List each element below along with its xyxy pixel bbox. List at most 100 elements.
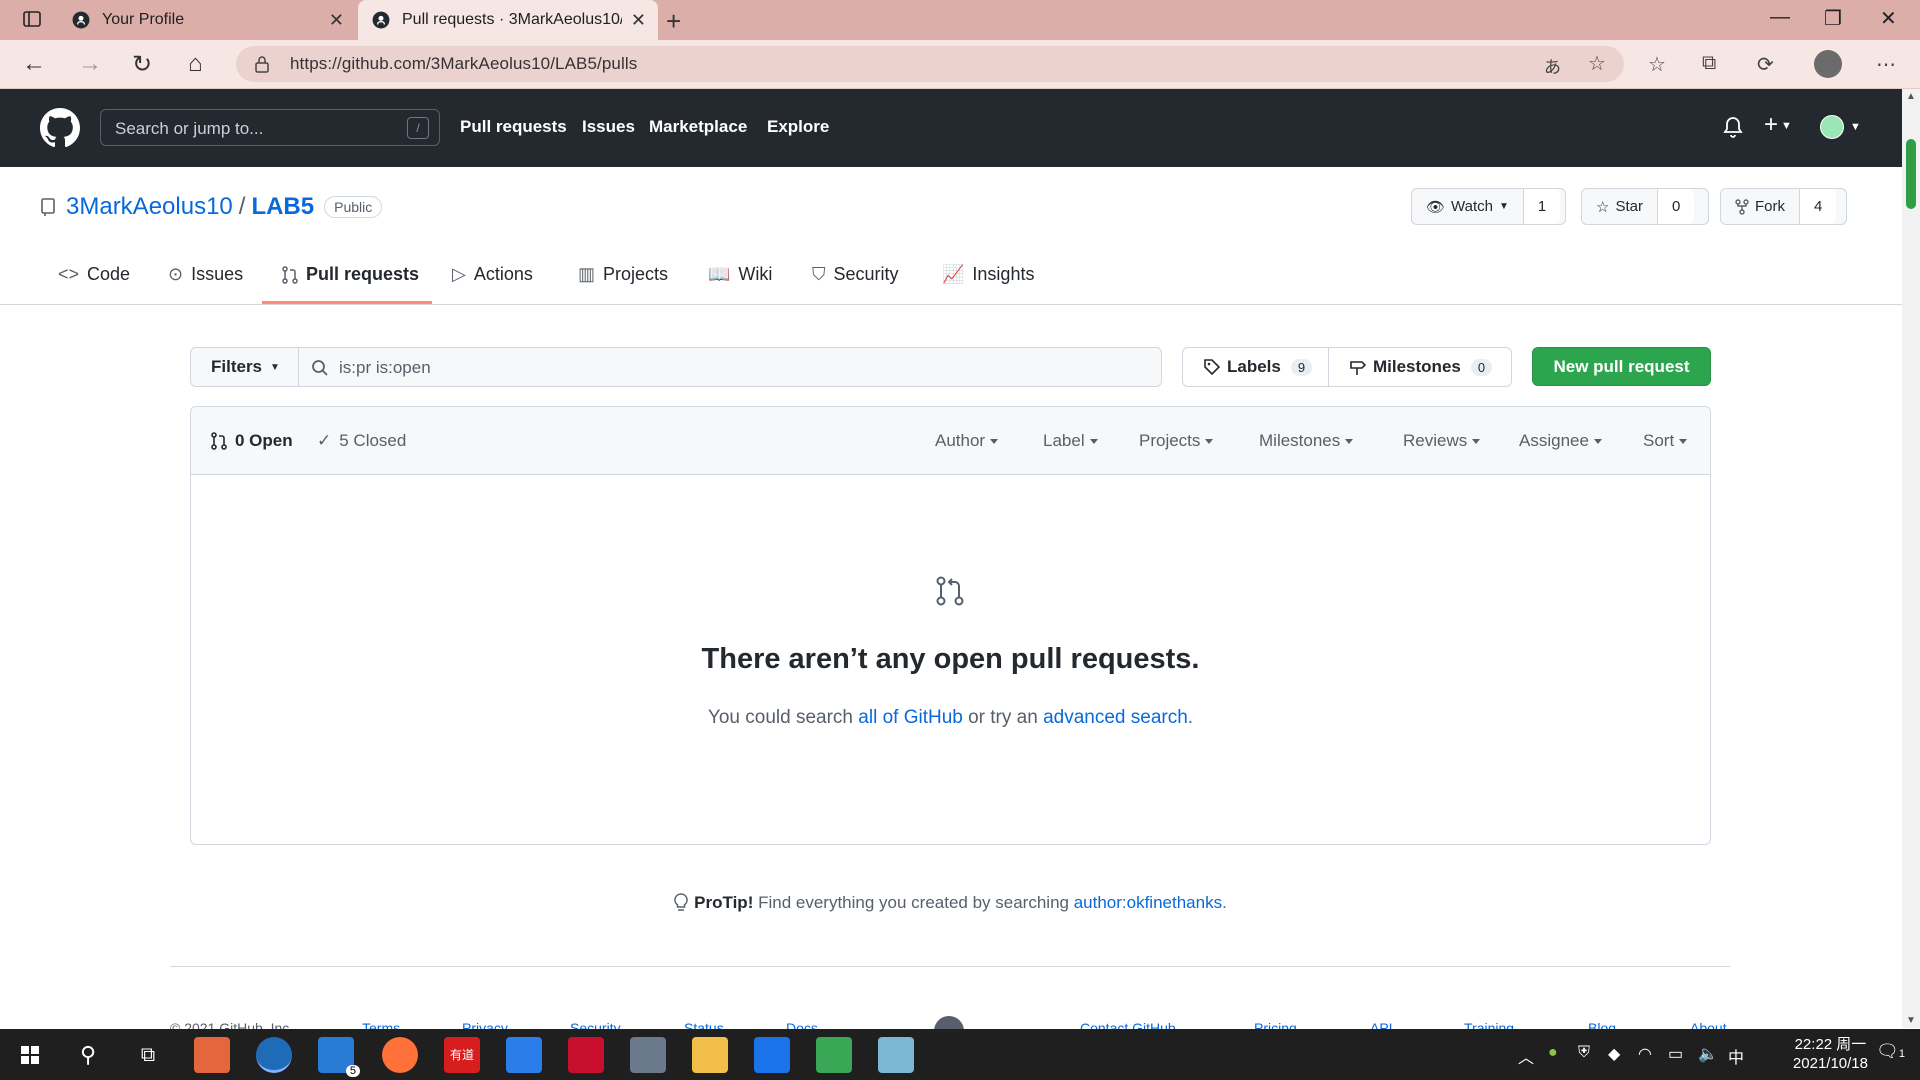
label-dropdown[interactable]: Label — [1043, 431, 1098, 451]
security-shield-icon[interactable]: ⛨ — [1578, 1044, 1590, 1062]
store-icon[interactable] — [194, 1037, 230, 1073]
game-app-icon[interactable] — [630, 1037, 666, 1073]
tab-label: Issues — [191, 264, 244, 284]
watch-count[interactable]: 1 — [1522, 189, 1561, 224]
lock-icon[interactable] — [254, 55, 270, 73]
notes-app-icon[interactable] — [878, 1037, 914, 1073]
github-logo-icon[interactable] — [40, 108, 80, 148]
tray-app-icon[interactable]: ● — [1548, 1044, 1558, 1062]
volume-icon[interactable]: 🔈 — [1698, 1044, 1718, 1064]
labels-button[interactable]: Labels 9 — [1182, 347, 1329, 387]
new-tab-icon[interactable]: + — [666, 6, 681, 37]
cast-icon[interactable]: ⟳ — [1757, 52, 1774, 77]
fork-icon — [1735, 198, 1749, 215]
nav-marketplace[interactable]: Marketplace — [649, 117, 747, 137]
browser-tab-strip: Your Profile ✕ Pull requests · 3MarkAeol… — [0, 0, 1920, 40]
chevron-down-icon[interactable]: ▼ — [1850, 121, 1861, 133]
ime-indicator[interactable]: 中 — [1728, 1044, 1744, 1068]
author-dropdown[interactable]: Author — [935, 431, 998, 451]
star-count[interactable]: 0 — [1656, 189, 1695, 224]
minimize-icon[interactable]: — — [1770, 6, 1790, 29]
new-pull-request-button[interactable]: New pull request — [1532, 347, 1711, 386]
milestones-dropdown[interactable]: Milestones — [1259, 431, 1353, 451]
fork-button[interactable]: Fork 4 — [1720, 188, 1847, 225]
milestones-button[interactable]: Milestones 0 — [1328, 347, 1512, 387]
search-input[interactable]: Search or jump to... / — [100, 109, 440, 146]
close-tab-icon[interactable]: ✕ — [631, 10, 646, 31]
tab-actions[interactable]: ▷ Actions — [452, 264, 533, 285]
graph-icon: 📈 — [942, 264, 965, 284]
battery-icon[interactable]: ▭ — [1668, 1044, 1683, 1064]
mail-icon[interactable]: 5 — [318, 1037, 360, 1077]
wps-icon[interactable] — [568, 1037, 604, 1073]
favorites-icon[interactable]: ☆ — [1648, 52, 1666, 77]
dingtalk-icon[interactable] — [754, 1037, 790, 1073]
more-icon[interactable]: ⋯ — [1876, 52, 1896, 77]
youdao-icon[interactable]: 有道 — [444, 1037, 480, 1073]
advanced-search-link[interactable]: advanced search — [1043, 707, 1188, 728]
tab-issues[interactable]: ⊙ Issues — [168, 264, 243, 285]
file-explorer-icon[interactable] — [692, 1037, 728, 1073]
all-of-github-link[interactable]: all of GitHub — [858, 707, 963, 728]
nav-pull-requests[interactable]: Pull requests — [460, 117, 567, 137]
wifi-icon[interactable]: ◠ — [1638, 1044, 1652, 1064]
closed-filter-link[interactable]: ✓ 5 Closed — [317, 431, 406, 451]
show-hidden-icons-icon[interactable]: ︿ — [1518, 1044, 1534, 1068]
create-new-plus-icon[interactable]: + ▼ — [1764, 111, 1792, 139]
profile-avatar[interactable] — [1814, 50, 1842, 78]
scroll-up-icon[interactable]: ▲ — [1906, 91, 1916, 102]
git-client-icon[interactable] — [816, 1037, 852, 1073]
page-scrollbar[interactable]: ▲ ▼ — [1902, 89, 1920, 1028]
tab-actions-icon[interactable] — [22, 9, 42, 29]
repo-name-link[interactable]: LAB5 — [251, 193, 314, 221]
pr-search-input[interactable]: is:pr is:open — [298, 347, 1162, 387]
close-tab-icon[interactable]: ✕ — [329, 10, 344, 31]
assignee-dropdown[interactable]: Assignee — [1519, 431, 1602, 451]
repo-owner-link[interactable]: 3MarkAeolus10 — [66, 193, 233, 221]
nav-issues[interactable]: Issues — [582, 117, 635, 137]
tray-app-icon[interactable]: ◆ — [1608, 1044, 1620, 1064]
task-view-icon[interactable]: ⧉ — [130, 1037, 166, 1073]
tab-security[interactable]: ⛉ Security — [812, 264, 899, 285]
windows-start-icon[interactable] — [12, 1037, 48, 1073]
protip-author-link[interactable]: author:okfinethanks — [1074, 893, 1222, 912]
scroll-down-icon[interactable]: ▼ — [1906, 1015, 1916, 1026]
system-clock[interactable]: 22:22 周一 2021/10/18 — [1793, 1035, 1868, 1073]
star-button[interactable]: ☆ Star 0 — [1581, 188, 1709, 225]
projects-dropdown[interactable]: Projects — [1139, 431, 1213, 451]
close-window-icon[interactable]: ✕ — [1880, 6, 1897, 31]
firefox-icon[interactable] — [382, 1037, 418, 1073]
sort-dropdown[interactable]: Sort — [1643, 431, 1687, 451]
browser-tab-pull-requests[interactable]: Pull requests · 3MarkAeolus10/LAB5 ✕ — [358, 0, 658, 40]
todo-icon[interactable] — [506, 1037, 542, 1073]
restore-icon[interactable]: ❐ — [1824, 6, 1842, 31]
edge-browser-icon[interactable] — [256, 1037, 292, 1073]
watch-button[interactable]: 👁 Watch ▼ 1 — [1411, 188, 1566, 225]
bell-icon[interactable] — [1723, 116, 1743, 138]
refresh-icon[interactable]: ↻ — [132, 50, 152, 79]
filters-dropdown-button[interactable]: Filters ▼ — [190, 347, 299, 387]
tab-code[interactable]: <> Code — [58, 264, 130, 285]
tab-insights[interactable]: 📈 Insights — [942, 264, 1034, 285]
back-icon[interactable]: ← — [22, 50, 46, 78]
tab-projects[interactable]: ▥ Projects — [578, 264, 668, 285]
read-aloud-icon[interactable]: あ — [1544, 53, 1561, 78]
notification-center-icon[interactable]: 🗨1 — [1876, 1041, 1905, 1062]
tab-wiki[interactable]: 📖 Wiki — [708, 264, 772, 285]
search-icon[interactable]: ⚲ — [70, 1037, 106, 1073]
milestones-label: Milestones — [1373, 357, 1461, 376]
user-avatar[interactable] — [1820, 115, 1844, 139]
favorite-star-icon[interactable]: ☆ — [1588, 51, 1606, 76]
address-bar[interactable]: https://github.com/3MarkAeolus10/LAB5/pu… — [236, 46, 1624, 82]
nav-explore[interactable]: Explore — [767, 117, 829, 137]
browser-tab-profile[interactable]: Your Profile ✕ — [58, 0, 356, 40]
open-filter-link[interactable]: 0 Open — [211, 431, 293, 451]
fork-count[interactable]: 4 — [1799, 189, 1837, 224]
forward-icon[interactable]: → — [78, 50, 102, 78]
tab-pull-requests[interactable]: Pull requests — [282, 264, 419, 285]
reviews-dropdown[interactable]: Reviews — [1403, 431, 1480, 451]
collections-icon[interactable]: ⧉ — [1702, 52, 1716, 75]
home-icon[interactable]: ⌂ — [188, 50, 203, 78]
git-pull-request-icon — [936, 576, 964, 606]
scrollbar-thumb[interactable] — [1906, 139, 1916, 209]
